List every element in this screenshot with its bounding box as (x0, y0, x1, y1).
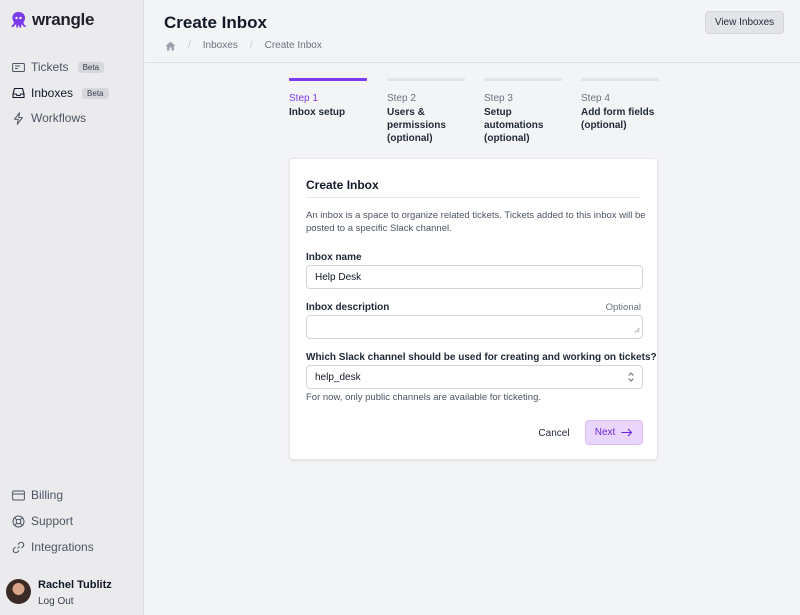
beta-badge: Beta (77, 61, 105, 73)
step-3[interactable]: Step 3 Setup automations (optional) (484, 78, 562, 145)
step-number: Step 3 (484, 93, 513, 104)
credit-card-icon (12, 489, 25, 502)
home-icon[interactable] (165, 41, 176, 51)
page-title: Create Inbox (164, 13, 267, 32)
arrow-right-icon (621, 428, 633, 437)
slack-channel-value: help_desk (315, 371, 361, 383)
card-description: An inbox is a space to organize related … (306, 210, 646, 234)
sidebar-item-workflows[interactable]: Workflows (12, 111, 86, 125)
create-inbox-card: Create Inbox An inbox is a space to orga… (289, 158, 658, 460)
channel-hint: For now, only public channels are availa… (306, 392, 541, 403)
sidebar-item-label: Billing (31, 488, 64, 502)
link-icon (12, 541, 25, 554)
step-4[interactable]: Step 4 Add form fields (optional) (581, 78, 659, 132)
view-inboxes-button[interactable]: View Inboxes (705, 11, 784, 34)
step-progress-bar (484, 78, 562, 81)
inbox-name-input[interactable]: Help Desk (306, 265, 643, 289)
card-title: Create Inbox (306, 178, 379, 192)
step-name: Setup automations (optional) (484, 107, 544, 144)
page-header: Create Inbox / Inboxes / Create Inbox Vi… (145, 0, 800, 63)
select-chevron-icon (627, 371, 635, 386)
optional-tag: Optional (605, 302, 641, 313)
sidebar-item-label: Workflows (31, 111, 87, 125)
lifebuoy-icon (12, 515, 25, 528)
sidebar-item-inboxes[interactable]: Inboxes Beta (12, 86, 109, 100)
inbox-name-value: Help Desk (315, 271, 362, 283)
sidebar-item-label: Tickets (31, 60, 69, 74)
step-progress-bar (289, 78, 367, 81)
sidebar-item-tickets[interactable]: Tickets Beta (12, 60, 105, 74)
inbox-icon (12, 87, 25, 100)
logout-link[interactable]: Log Out (38, 596, 112, 607)
app-logo[interactable]: wrangle (10, 10, 94, 30)
sidebar-item-label: Support (31, 514, 74, 528)
user-profile: Rachel Tublitz Log Out (6, 577, 112, 607)
user-name: Rachel Tublitz (38, 579, 112, 591)
step-number: Step 1 (289, 93, 318, 104)
app-name: wrangle (32, 10, 95, 29)
slack-channel-label: Which Slack channel should be used for c… (306, 352, 657, 363)
step-progress-bar (581, 78, 659, 81)
resize-handle-icon[interactable] (634, 325, 640, 336)
breadcrumb-create-inbox: Create Inbox (264, 40, 322, 51)
breadcrumb-separator: / (249, 40, 253, 51)
step-name: Inbox setup (289, 107, 346, 118)
sidebar: wrangle Tickets Beta Inboxes Beta Workfl… (0, 0, 144, 615)
sidebar-item-support[interactable]: Support (12, 514, 73, 528)
sidebar-item-integrations[interactable]: Integrations (12, 540, 94, 554)
inbox-description-textarea[interactable] (306, 315, 643, 339)
step-name: Add form fields (optional) (581, 107, 655, 131)
step-2[interactable]: Step 2 Users & permissions (optional) (387, 78, 465, 145)
breadcrumb: / Inboxes / Create Inbox (165, 40, 322, 51)
step-number: Step 4 (581, 93, 610, 104)
next-button-label: Next (594, 427, 616, 438)
ticket-icon (12, 61, 25, 74)
inbox-description-label: Inbox description (306, 302, 390, 313)
inbox-name-label: Inbox name (306, 252, 362, 263)
sidebar-item-label: Integrations (31, 540, 94, 554)
sidebar-item-billing[interactable]: Billing (12, 488, 63, 502)
slack-channel-select[interactable]: help_desk (306, 365, 643, 389)
breadcrumb-inboxes[interactable]: Inboxes (203, 40, 238, 51)
cancel-button[interactable]: Cancel (535, 421, 573, 445)
step-number: Step 2 (387, 93, 416, 104)
octopus-logo-icon (11, 12, 27, 28)
avatar[interactable] (6, 579, 31, 604)
divider (306, 197, 641, 198)
step-1[interactable]: Step 1 Inbox setup (289, 78, 367, 119)
next-button[interactable]: Next (585, 420, 643, 445)
step-progress-bar (387, 78, 465, 81)
step-name: Users & permissions (optional) (387, 107, 446, 144)
bolt-icon (12, 111, 25, 125)
beta-badge: Beta (82, 87, 109, 99)
sidebar-item-label: Inboxes (31, 86, 74, 100)
breadcrumb-separator: / (188, 40, 191, 51)
